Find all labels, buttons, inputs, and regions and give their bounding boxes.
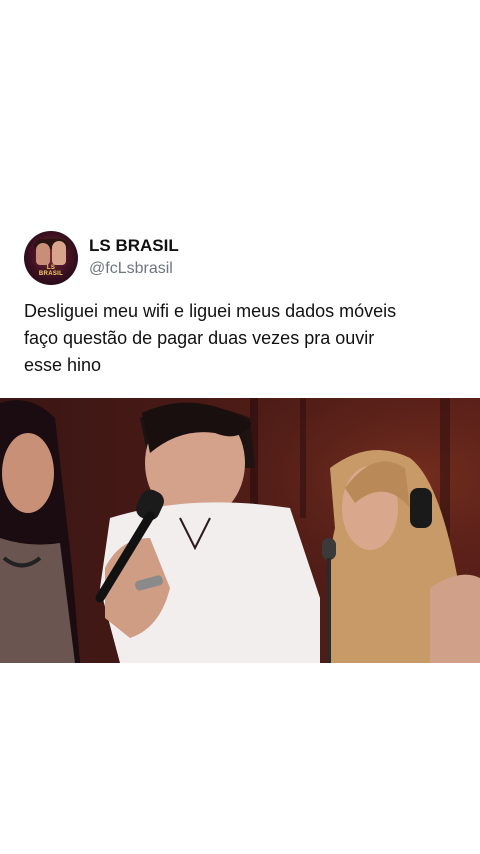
avatar-logo-text: LS BRASIL [38, 265, 64, 277]
avatar-person-right [52, 241, 66, 265]
tweet-text-line: Desliguei meu wifi e liguei meus dados m… [24, 301, 397, 321]
user-handle[interactable]: @fcLsbrasil [89, 260, 173, 278]
tweet-media-photo[interactable] [0, 398, 480, 663]
display-name[interactable]: LS BRASIL [89, 236, 179, 256]
tweet-text-line: faço questão de pagar duas vezes pra ouv… [24, 328, 375, 348]
tweet-text-line: esse hino [24, 355, 102, 375]
avatar[interactable]: LS BRASIL [24, 231, 78, 285]
tweet-text: Desliguei meu wifi e liguei meus dados m… [24, 298, 464, 379]
avatar-person-left [36, 243, 50, 265]
tweet-card: LS BRASIL LS BRASIL @fcLsbrasil Desligue… [0, 0, 480, 854]
concert-photo [0, 398, 480, 663]
